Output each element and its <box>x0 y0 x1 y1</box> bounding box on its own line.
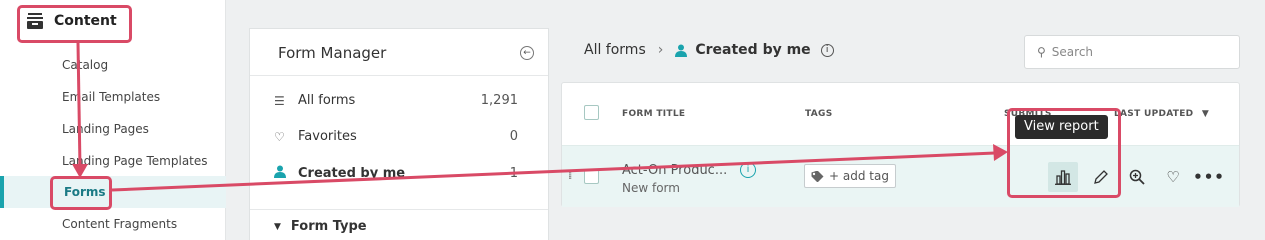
zoom-in-icon <box>1129 169 1145 185</box>
column-header-last-updated[interactable]: LAST UPDATED ▼ <box>1114 109 1209 119</box>
search-icon: ⚲ <box>1037 45 1046 59</box>
divider <box>250 75 548 76</box>
view-report-button[interactable] <box>1048 162 1078 192</box>
tag-icon <box>811 170 824 182</box>
search-placeholder: Search <box>1051 45 1094 59</box>
nav-item-catalog[interactable]: Catalog <box>62 58 108 72</box>
forms-table: FORM TITLE TAGS SUBMITS LAST UPDATED ▼ ⁞… <box>561 82 1240 207</box>
nav-item-landing-pages[interactable]: Landing Pages <box>62 122 149 136</box>
divider <box>250 209 548 210</box>
nav-item-landing-page-templates[interactable]: Landing Page Templates <box>62 154 208 168</box>
column-header-last-updated-label: LAST UPDATED <box>1114 109 1194 119</box>
form-title-link[interactable]: Act-On Produc... <box>622 163 727 178</box>
sort-desc-icon: ▼ <box>1201 109 1210 119</box>
info-icon[interactable]: i <box>820 43 834 57</box>
filter-count: 1 <box>509 165 518 181</box>
breadcrumb-current: Created by me <box>695 42 811 58</box>
breadcrumb-all-forms[interactable]: All forms <box>584 42 646 58</box>
filter-count: 1,291 <box>480 93 518 108</box>
select-all-checkbox[interactable] <box>584 105 599 120</box>
add-tag-label: + add tag <box>829 169 889 183</box>
pencil-icon <box>1094 170 1108 184</box>
content-section-header[interactable]: Content <box>26 12 117 30</box>
favorite-button[interactable]: ♡ <box>1158 162 1188 192</box>
drag-handle-icon[interactable]: ⁞⁞ <box>568 171 573 182</box>
filter-created-by-me[interactable]: Created by me 1 <box>274 165 518 181</box>
preview-button[interactable] <box>1122 162 1152 192</box>
breadcrumb: All forms › Created by me i <box>584 42 834 58</box>
more-actions-button[interactable]: ••• <box>1193 162 1225 192</box>
form-manager-title: Form Manager <box>278 44 387 62</box>
heart-icon: ♡ <box>1166 168 1180 186</box>
view-report-tooltip: View report <box>1015 115 1108 139</box>
left-nav: Content Catalog Email Templates Landing … <box>0 0 226 240</box>
edit-button[interactable] <box>1086 162 1116 192</box>
content-icon <box>27 13 43 29</box>
column-header-form-title[interactable]: FORM TITLE <box>622 109 685 119</box>
nav-item-email-templates[interactable]: Email Templates <box>62 90 160 104</box>
row-checkbox[interactable] <box>584 169 599 184</box>
form-type-label: Form Type <box>290 219 367 234</box>
list-icon: ☰ <box>274 93 285 108</box>
filter-all-forms[interactable]: ☰ All forms 1,291 <box>274 93 518 108</box>
nav-item-forms[interactable]: Forms <box>0 176 226 208</box>
caret-down-icon: ▼ <box>274 221 281 232</box>
column-header-tags[interactable]: TAGS <box>805 109 832 119</box>
add-tag-button[interactable]: + add tag <box>804 164 896 188</box>
search-input[interactable]: ⚲ Search <box>1024 35 1240 69</box>
nav-item-content-fragments[interactable]: Content Fragments <box>62 217 177 231</box>
form-type-filter-toggle[interactable]: ▼ Form Type <box>274 219 367 234</box>
heart-icon: ♡ <box>274 129 285 144</box>
filter-favorites[interactable]: ♡ Favorites 0 <box>274 129 518 144</box>
filter-label: Favorites <box>298 129 357 144</box>
info-icon[interactable]: i <box>740 162 756 178</box>
filter-label: Created by me <box>298 165 406 181</box>
filter-count: 0 <box>509 129 518 144</box>
more-icon: ••• <box>1193 168 1225 186</box>
collapse-panel-icon[interactable]: ← <box>520 46 534 60</box>
chevron-right-icon: › <box>657 42 664 58</box>
form-subtitle: New form <box>622 181 680 195</box>
user-icon <box>675 44 688 57</box>
table-row[interactable]: ⁞⁞ Act-On Produc... New form i + add tag… <box>562 145 1239 207</box>
user-icon <box>274 165 298 181</box>
bar-chart-icon <box>1055 170 1071 185</box>
form-manager-panel: Form Manager ← ☰ All forms 1,291 ♡ Favor… <box>249 28 549 240</box>
filter-label: All forms <box>298 93 356 108</box>
content-section-label: Content <box>54 13 117 29</box>
